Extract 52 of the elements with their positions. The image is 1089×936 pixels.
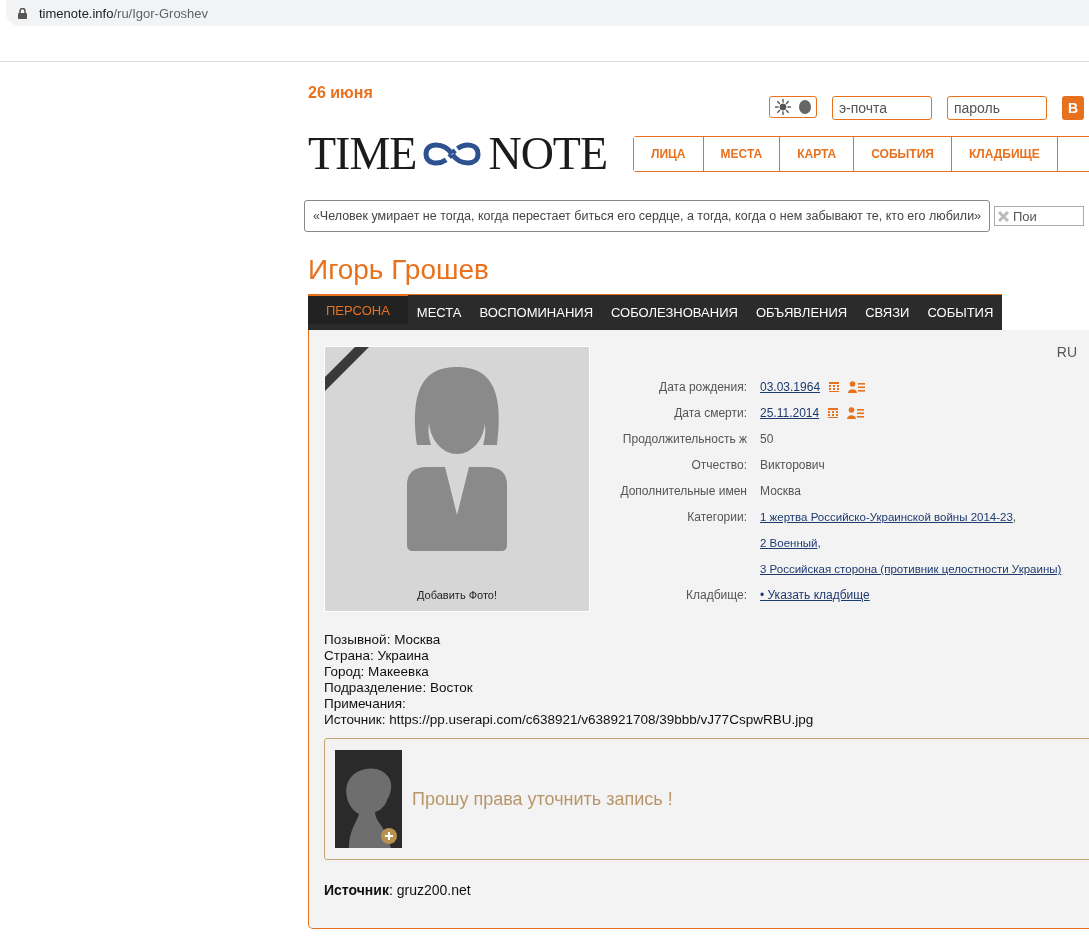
source-text: Источник: gruz200.net [324, 882, 472, 898]
email-field[interactable]: э-почта [831, 96, 932, 120]
clear-icon[interactable] [998, 211, 1009, 222]
field-label: Дополнительные имен [619, 483, 747, 500]
info-line: Подразделение: Восток [324, 680, 474, 696]
info-line: Город: Макеевка [324, 664, 430, 680]
tab[interactable]: ОБЪЯВЛЕНИЯ [746, 295, 857, 330]
tab[interactable]: ВОСПОМИНАНИЯ [470, 295, 602, 330]
field-label: Кладбище: [685, 587, 747, 604]
field-label: Дата рождения: [658, 379, 747, 396]
category-link[interactable]: 1 жертва Российско-Украинской войны 2014-23 [760, 511, 1013, 523]
field-label: Дата смерти: [673, 405, 747, 422]
sun-icon [774, 99, 791, 115]
person-name: Игорь Грошев [308, 254, 490, 286]
mourning-ribbon-icon [325, 347, 369, 391]
moon-icon [798, 100, 811, 114]
theme-toggle[interactable] [768, 96, 817, 118]
date-text: 26 июня [308, 84, 373, 103]
info-line: Источник: https://pp.userapi.com/c638921/v638921708/39bbb/vJ77CspwRBU.jpg [324, 712, 815, 728]
add-photo-link[interactable]: Добавить Фото! [417, 589, 497, 601]
field-label: Продолжительность ж [621, 431, 747, 448]
field-label: Категории: [686, 509, 747, 526]
date-link[interactable]: 25.11.2014 [760, 400, 820, 426]
separator-text: , [817, 536, 821, 550]
field-value: Викторович [760, 457, 826, 474]
category-link[interactable]: 3 Российская сторона (противник целостности Украины) [760, 563, 1062, 575]
quote-text: «Человек умирает не тогда, когда перестает биться его сердце, а тогда, когда о нем забывают те, кто его любили» [304, 200, 990, 232]
field-value: 50 [760, 431, 775, 448]
logo-text[interactable]: NOTE [488, 131, 608, 177]
person-list-icon[interactable] [847, 407, 865, 419]
person-list-icon[interactable] [848, 381, 866, 393]
tab[interactable]: СВЯЗИ [856, 295, 919, 330]
search-field[interactable]: Пои [994, 206, 1084, 226]
info-line: Примечания: [324, 696, 407, 712]
separator-text: , [1012, 510, 1017, 524]
calendar-icon[interactable] [827, 407, 840, 419]
lock-icon [18, 7, 27, 19]
field-label: Отчество: [690, 457, 747, 474]
url-text[interactable]: timenote.info/ru/Igor-Groshev [39, 5, 209, 21]
cemetery-link[interactable]: • Указать кладбище [760, 582, 870, 608]
logo-text[interactable]: TIME [308, 131, 417, 177]
tab[interactable]: ПЕРСОНА [308, 294, 408, 324]
language-link[interactable]: RU [1056, 344, 1077, 360]
info-line: Страна: Украина [324, 648, 430, 664]
tab[interactable]: СОБЫТИЯ [918, 295, 1003, 330]
tab[interactable]: СОБОЛЕЗНОВАНИЯ [602, 295, 747, 330]
date-link[interactable]: 03.03.1964 [760, 374, 821, 400]
tab[interactable]: МЕСТА [407, 295, 471, 330]
calendar-icon[interactable] [828, 381, 841, 393]
field-value: Москва [760, 483, 802, 500]
password-field[interactable]: пароль [946, 96, 1047, 120]
info-line: Позывной: Москва [324, 632, 442, 648]
